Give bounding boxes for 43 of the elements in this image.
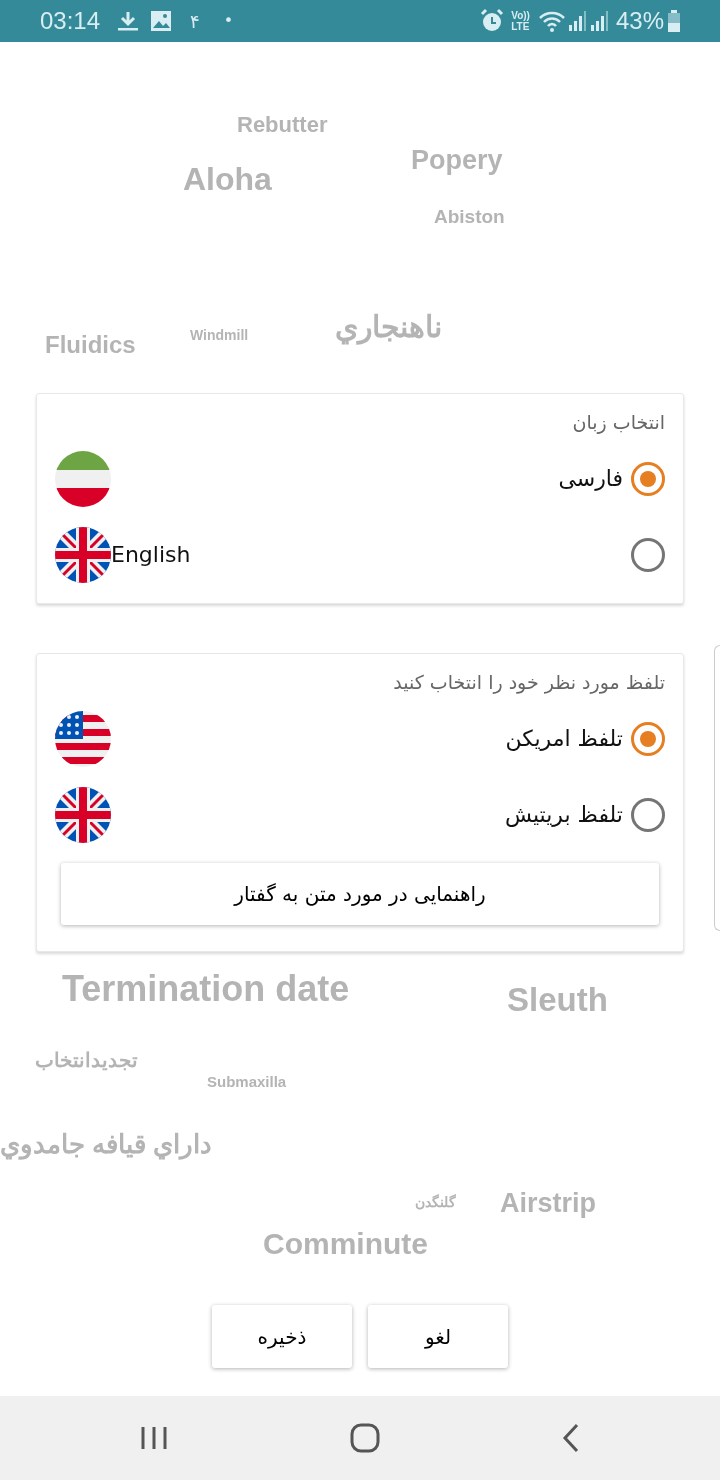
notification-number: ۴ [190,9,200,34]
help-button[interactable]: راهنمایی در مورد متن به گفتار [61,862,659,925]
background-word: گلنگدن [415,1195,456,1211]
radio-button[interactable] [631,721,665,756]
background-word: Rebutter [237,113,328,138]
background-word: Abiston [434,207,505,228]
volte-text: Vo)) [511,10,530,21]
background-word: Airstrip [500,1189,597,1219]
background-word: Fluidics [45,332,136,359]
background-word: Submaxilla [207,1074,287,1091]
background-word: Aloha [183,162,272,198]
background-word: ناهنجاري [335,310,442,343]
radio-button[interactable] [631,537,665,572]
option-label: تلفظ بریتیش [504,801,623,829]
background-word: Sleuth [507,982,608,1019]
section-title: تلفظ مورد نظر خود را انتخاب کنید [392,670,665,696]
signal-icon [589,10,608,32]
signal-icon [567,10,586,32]
image-icon [150,10,173,32]
background-word: تجدیدانتخاب [35,1049,138,1071]
radio-button[interactable] [631,461,665,496]
download-icon [116,9,141,33]
iran-flag-icon [55,450,111,507]
volte-text: LTE [511,21,530,32]
option-label: تلفظ امریکن [505,725,623,753]
battery-percent: 43% [615,6,664,36]
save-button[interactable]: ذخیره [212,1305,352,1368]
option-label: English [111,541,191,569]
wifi-icon [537,10,566,32]
section-title: انتخاب زبان [571,410,665,436]
radio-button[interactable] [631,797,665,832]
background-word: Termination date [62,969,350,1009]
background-word: Comminute [263,1227,428,1260]
battery-icon [668,10,680,32]
clock-text: 03:14 [40,6,101,36]
background-word: داراي قيافه جامدوي [0,1130,213,1159]
background-word: Popery [411,146,503,176]
cancel-button[interactable]: لغو [368,1305,508,1368]
home-icon [350,1423,380,1453]
background-word: Windmill [190,328,249,344]
notification-dot: • [223,10,234,32]
alarm-icon [479,8,506,34]
option-label: فارسی [558,465,623,493]
